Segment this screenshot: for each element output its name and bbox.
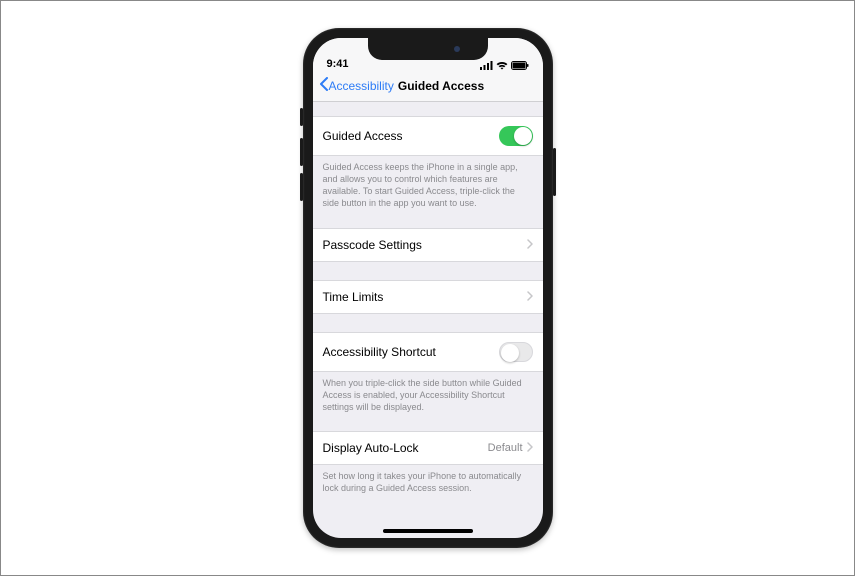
guided-access-row: Guided Access <box>313 116 543 156</box>
display-auto-lock-row[interactable]: Display Auto-Lock Default <box>313 431 543 465</box>
passcode-settings-label: Passcode Settings <box>323 238 527 252</box>
screen: 9:41 Accessibility Guided Acces <box>313 38 543 538</box>
accessibility-shortcut-toggle[interactable] <box>499 342 533 362</box>
display-auto-lock-footer: Set how long it takes your iPhone to aut… <box>313 465 543 494</box>
settings-content: Guided Access Guided Access keeps the iP… <box>313 116 543 494</box>
passcode-settings-row[interactable]: Passcode Settings <box>313 228 543 262</box>
time-limits-row[interactable]: Time Limits <box>313 280 543 314</box>
guided-access-label: Guided Access <box>323 129 499 143</box>
accessibility-shortcut-label: Accessibility Shortcut <box>323 345 499 359</box>
display-auto-lock-value: Default <box>488 442 523 454</box>
battery-icon <box>511 61 529 70</box>
guided-access-footer: Guided Access keeps the iPhone in a sing… <box>313 156 543 210</box>
home-indicator[interactable] <box>383 529 473 533</box>
page-title: Guided Access <box>398 79 484 93</box>
notch <box>368 38 488 60</box>
chevron-right-icon <box>527 441 533 455</box>
phone-frame: 9:41 Accessibility Guided Acces <box>303 28 553 548</box>
back-label: Accessibility <box>329 79 394 93</box>
chevron-right-icon <box>527 290 533 304</box>
guided-access-toggle[interactable] <box>499 126 533 146</box>
nav-bar: Accessibility Guided Access <box>313 72 543 102</box>
accessibility-shortcut-row: Accessibility Shortcut <box>313 332 543 372</box>
display-auto-lock-label: Display Auto-Lock <box>323 441 488 455</box>
time-limits-label: Time Limits <box>323 290 527 304</box>
chevron-left-icon <box>319 77 328 94</box>
status-time: 9:41 <box>327 58 349 70</box>
accessibility-shortcut-footer: When you triple-click the side button wh… <box>313 372 543 413</box>
chevron-right-icon <box>527 238 533 252</box>
back-button[interactable]: Accessibility <box>319 77 394 94</box>
cellular-icon <box>480 61 493 70</box>
wifi-icon <box>496 61 508 70</box>
